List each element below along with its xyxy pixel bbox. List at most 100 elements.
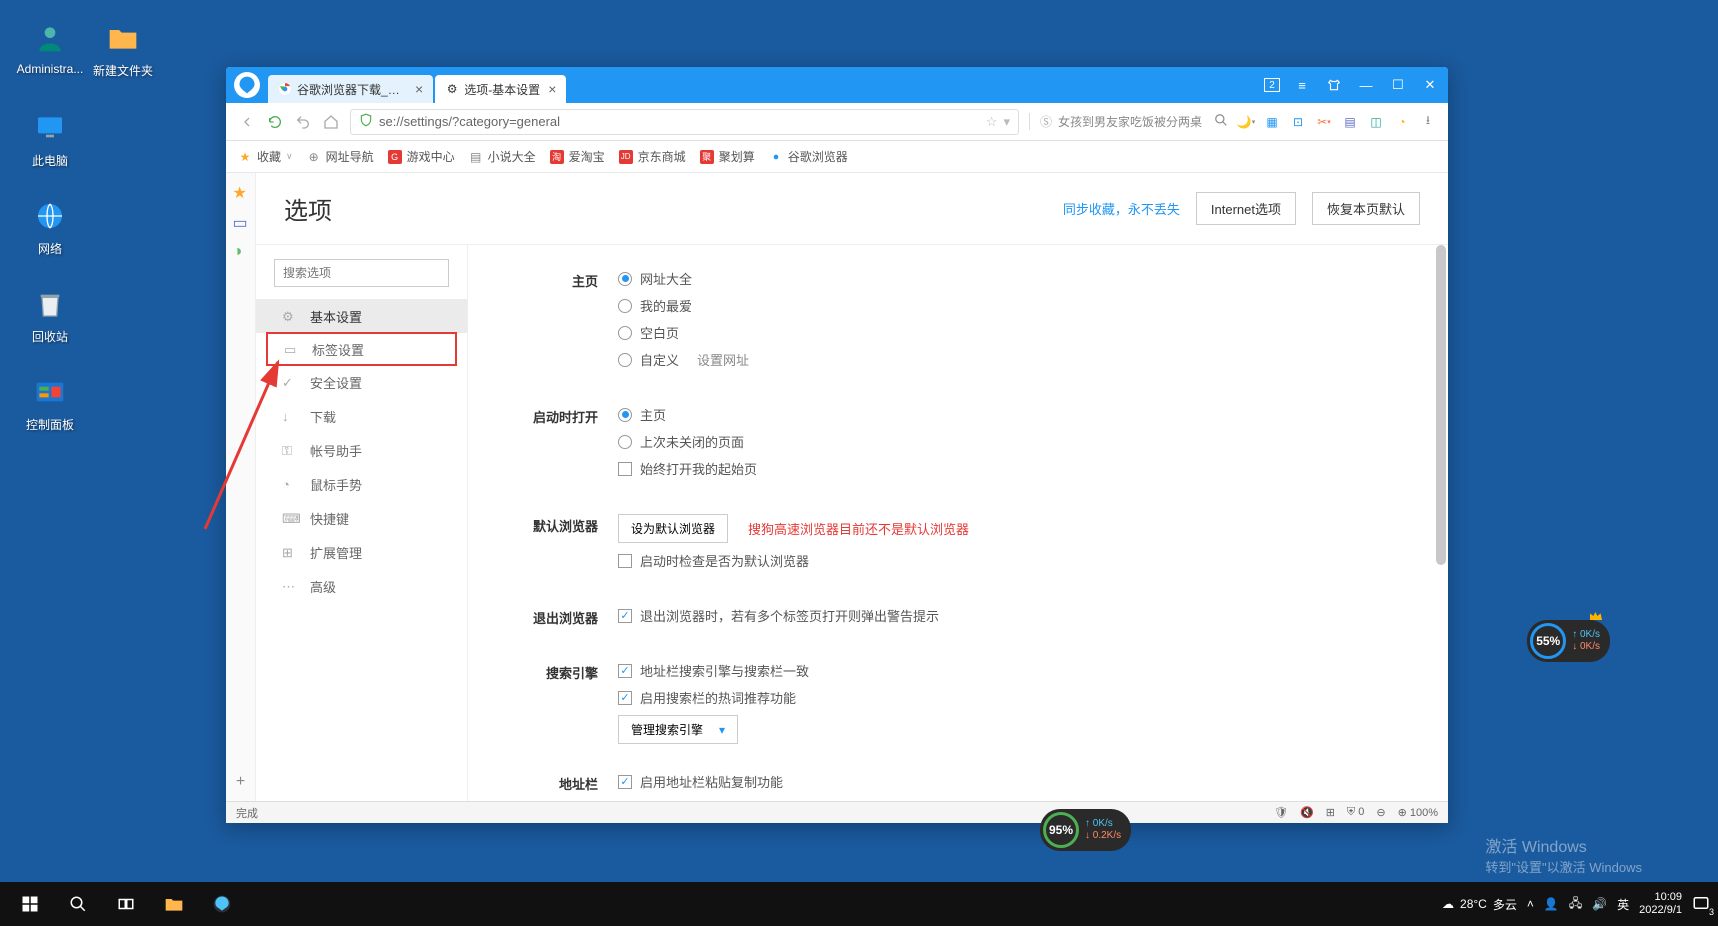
desktop-icon-control[interactable]: 控制面板 xyxy=(15,372,85,433)
cpu-widget-2[interactable]: 95% ↑ 0K/s ↓ 0.2K/s xyxy=(1040,809,1131,851)
bookmark-chrome[interactable]: 谷歌浏览器 xyxy=(769,148,848,165)
screen-icon[interactable]: ▭ xyxy=(233,213,249,229)
explorer-icon[interactable] xyxy=(152,882,196,926)
network-tray-icon[interactable]: 🖧 xyxy=(1569,894,1582,915)
check-default[interactable]: 启动时检查是否为默认浏览器 xyxy=(618,551,1408,570)
desktop-icon-pc[interactable]: 此电脑 xyxy=(15,108,85,169)
browser-tab-1[interactable]: 谷歌浏览器下载_浏览器 × xyxy=(268,75,433,103)
radio-homepage-1[interactable]: 我的最爱 xyxy=(618,296,1408,315)
back-button[interactable] xyxy=(238,113,256,131)
bookmark-taobao[interactable]: 淘爱淘宝 xyxy=(550,148,605,165)
bookmark-novels[interactable]: ▤小说大全 xyxy=(469,148,536,165)
bookmark-star-icon[interactable]: ☆ xyxy=(986,114,998,130)
activation-watermark: 激活 Windows 转到"设置"以激活 Windows xyxy=(1485,833,1642,876)
search-icon[interactable] xyxy=(1214,113,1228,130)
sogou-taskbar-icon[interactable] xyxy=(200,882,244,926)
scissors-icon[interactable]: ✂▾ xyxy=(1316,114,1332,130)
note-icon[interactable]: ▤ xyxy=(1342,114,1358,130)
reload-button[interactable] xyxy=(266,113,284,131)
chevron-down-icon[interactable]: ▾ xyxy=(1003,114,1010,130)
key-icon: ⚿ xyxy=(282,443,296,457)
clock[interactable]: 10:09 2022/9/1 xyxy=(1639,891,1682,917)
moon-icon[interactable]: 🌙▾ xyxy=(1238,114,1254,130)
sidebar-item-basic[interactable]: ⚙基本设置 xyxy=(256,299,467,333)
restore-defaults-button[interactable]: 恢复本页默认 xyxy=(1312,192,1420,225)
sync-link[interactable]: 同步收藏，永不丢失 xyxy=(1063,199,1180,218)
people-icon[interactable]: 👤 xyxy=(1544,897,1559,911)
check-addrbar[interactable]: 启用地址栏粘贴复制功能 xyxy=(618,772,1408,791)
manage-search-dropdown[interactable]: 管理搜索引擎 xyxy=(618,715,738,744)
browser-tab-2[interactable]: ⚙ 选项-基本设置 × xyxy=(435,75,566,103)
home-button[interactable] xyxy=(322,113,340,131)
bookmark-favorites[interactable]: ★收藏∨ xyxy=(238,148,293,165)
zoom-level[interactable]: ⊕ 100% xyxy=(1398,806,1438,819)
tab-close-icon[interactable]: × xyxy=(415,81,423,97)
sidebar-item-security[interactable]: ✓安全设置 xyxy=(256,365,467,399)
radio-startup-0[interactable]: 主页 xyxy=(618,405,1408,424)
taskview-icon[interactable] xyxy=(104,882,148,926)
radio-icon xyxy=(618,326,632,340)
url-input[interactable]: se://settings/?category=general ☆ ▾ xyxy=(350,109,1019,135)
ime-indicator[interactable]: 英 xyxy=(1617,896,1629,913)
circle-icon[interactable]: ◔ xyxy=(1394,114,1410,130)
sidebar-item-advanced[interactable]: ⋯高级 xyxy=(256,569,467,603)
block-count-icon[interactable]: ⛨ 0 xyxy=(1347,806,1364,819)
sidebar-item-shortcuts[interactable]: ⌨快捷键 xyxy=(256,501,467,535)
check-exit[interactable]: 退出浏览器时，若有多个标签页打开则弹出警告提示 xyxy=(618,606,1408,625)
minimize-button[interactable]: — xyxy=(1356,75,1376,95)
radio-startup-1[interactable]: 上次未关闭的页面 xyxy=(618,432,1408,451)
undo-button[interactable] xyxy=(294,113,312,131)
history-icon[interactable]: ◑ xyxy=(233,243,249,259)
desktop-icon-recycle[interactable]: 回收站 xyxy=(15,284,85,345)
desktop-icon-folder[interactable]: 新建文件夹 xyxy=(88,18,158,79)
radio-homepage-2[interactable]: 空白页 xyxy=(618,323,1408,342)
radio-homepage-0[interactable]: 网址大全 xyxy=(618,269,1408,288)
search-taskbar-icon[interactable] xyxy=(56,882,100,926)
check-startup[interactable]: 始终打开我的起始页 xyxy=(618,459,1408,478)
start-button[interactable] xyxy=(8,882,52,926)
shield-status-icon[interactable]: 🛡 xyxy=(1274,806,1288,819)
search-input[interactable] xyxy=(274,259,449,287)
grid-icon[interactable]: ◫ xyxy=(1368,114,1384,130)
download-icon[interactable]: ⭳ xyxy=(1420,114,1436,130)
internet-options-button[interactable]: Internet选项 xyxy=(1196,192,1296,225)
set-default-button[interactable]: 设为默认浏览器 xyxy=(618,514,728,543)
grid-status-icon[interactable]: ⊞ xyxy=(1326,806,1335,819)
zoom-out-icon[interactable]: ⊖ xyxy=(1376,806,1385,819)
sidebar-item-tabs[interactable]: ▭标签设置 xyxy=(266,332,457,366)
volume-icon[interactable]: 🔊 xyxy=(1592,897,1607,911)
set-url-link[interactable]: 设置网址 xyxy=(697,350,749,369)
skin-icon[interactable] xyxy=(1324,75,1344,95)
bookmark-juhuasuan[interactable]: 聚聚划算 xyxy=(700,148,755,165)
desktop-icon-admin[interactable]: Administra... xyxy=(15,18,85,76)
sidebar-item-extensions[interactable]: ⊞扩展管理 xyxy=(256,535,467,569)
maximize-button[interactable]: ☐ xyxy=(1388,75,1408,95)
close-button[interactable]: ✕ xyxy=(1420,75,1440,95)
book-icon: ▤ xyxy=(469,150,483,164)
bookmark-nav[interactable]: ⊕网址导航 xyxy=(307,148,374,165)
check-search-2[interactable]: 启用搜索栏的热词推荐功能 xyxy=(618,688,1408,707)
bookmark-jd[interactable]: JD京东商城 xyxy=(619,148,686,165)
mute-icon[interactable]: 🔇 xyxy=(1300,806,1314,819)
sidebar-item-account[interactable]: ⚿帐号助手 xyxy=(256,433,467,467)
notification-icon[interactable]: 3 xyxy=(1692,894,1710,915)
net-icon[interactable]: ⊡ xyxy=(1290,114,1306,130)
add-button[interactable]: + xyxy=(236,773,245,791)
desktop-icon-network[interactable]: 网络 xyxy=(15,196,85,257)
bookmark-games[interactable]: G游戏中心 xyxy=(388,148,455,165)
star-icon[interactable]: ★ xyxy=(233,183,249,199)
radio-homepage-3[interactable]: 自定义设置网址 xyxy=(618,350,1408,369)
mouse-icon: ◔ xyxy=(282,477,296,491)
tab-close-icon[interactable]: × xyxy=(548,81,556,97)
menu-icon[interactable]: ≡ xyxy=(1292,75,1312,95)
cpu-widget-1[interactable]: 55% ↑ 0K/s ↓ 0K/s xyxy=(1527,620,1610,662)
check-search-1[interactable]: 地址栏搜索引擎与搜索栏一致 xyxy=(618,661,1408,680)
translate-icon[interactable]: ▦ xyxy=(1264,114,1280,130)
sidebar-item-download[interactable]: ↓下载 xyxy=(256,399,467,433)
search-suggestion[interactable]: Ⓢ 女孩到男友家吃饭被分两桌 xyxy=(1029,113,1228,130)
sidebar-item-mouse[interactable]: ◔鼠标手势 xyxy=(256,467,467,501)
tab-count-badge[interactable]: 2 xyxy=(1264,78,1280,92)
scrollbar[interactable] xyxy=(1436,245,1446,801)
weather-widget[interactable]: ☁ 28°C 多云 xyxy=(1442,896,1517,913)
tray-up-icon[interactable]: ˄ xyxy=(1527,897,1534,911)
